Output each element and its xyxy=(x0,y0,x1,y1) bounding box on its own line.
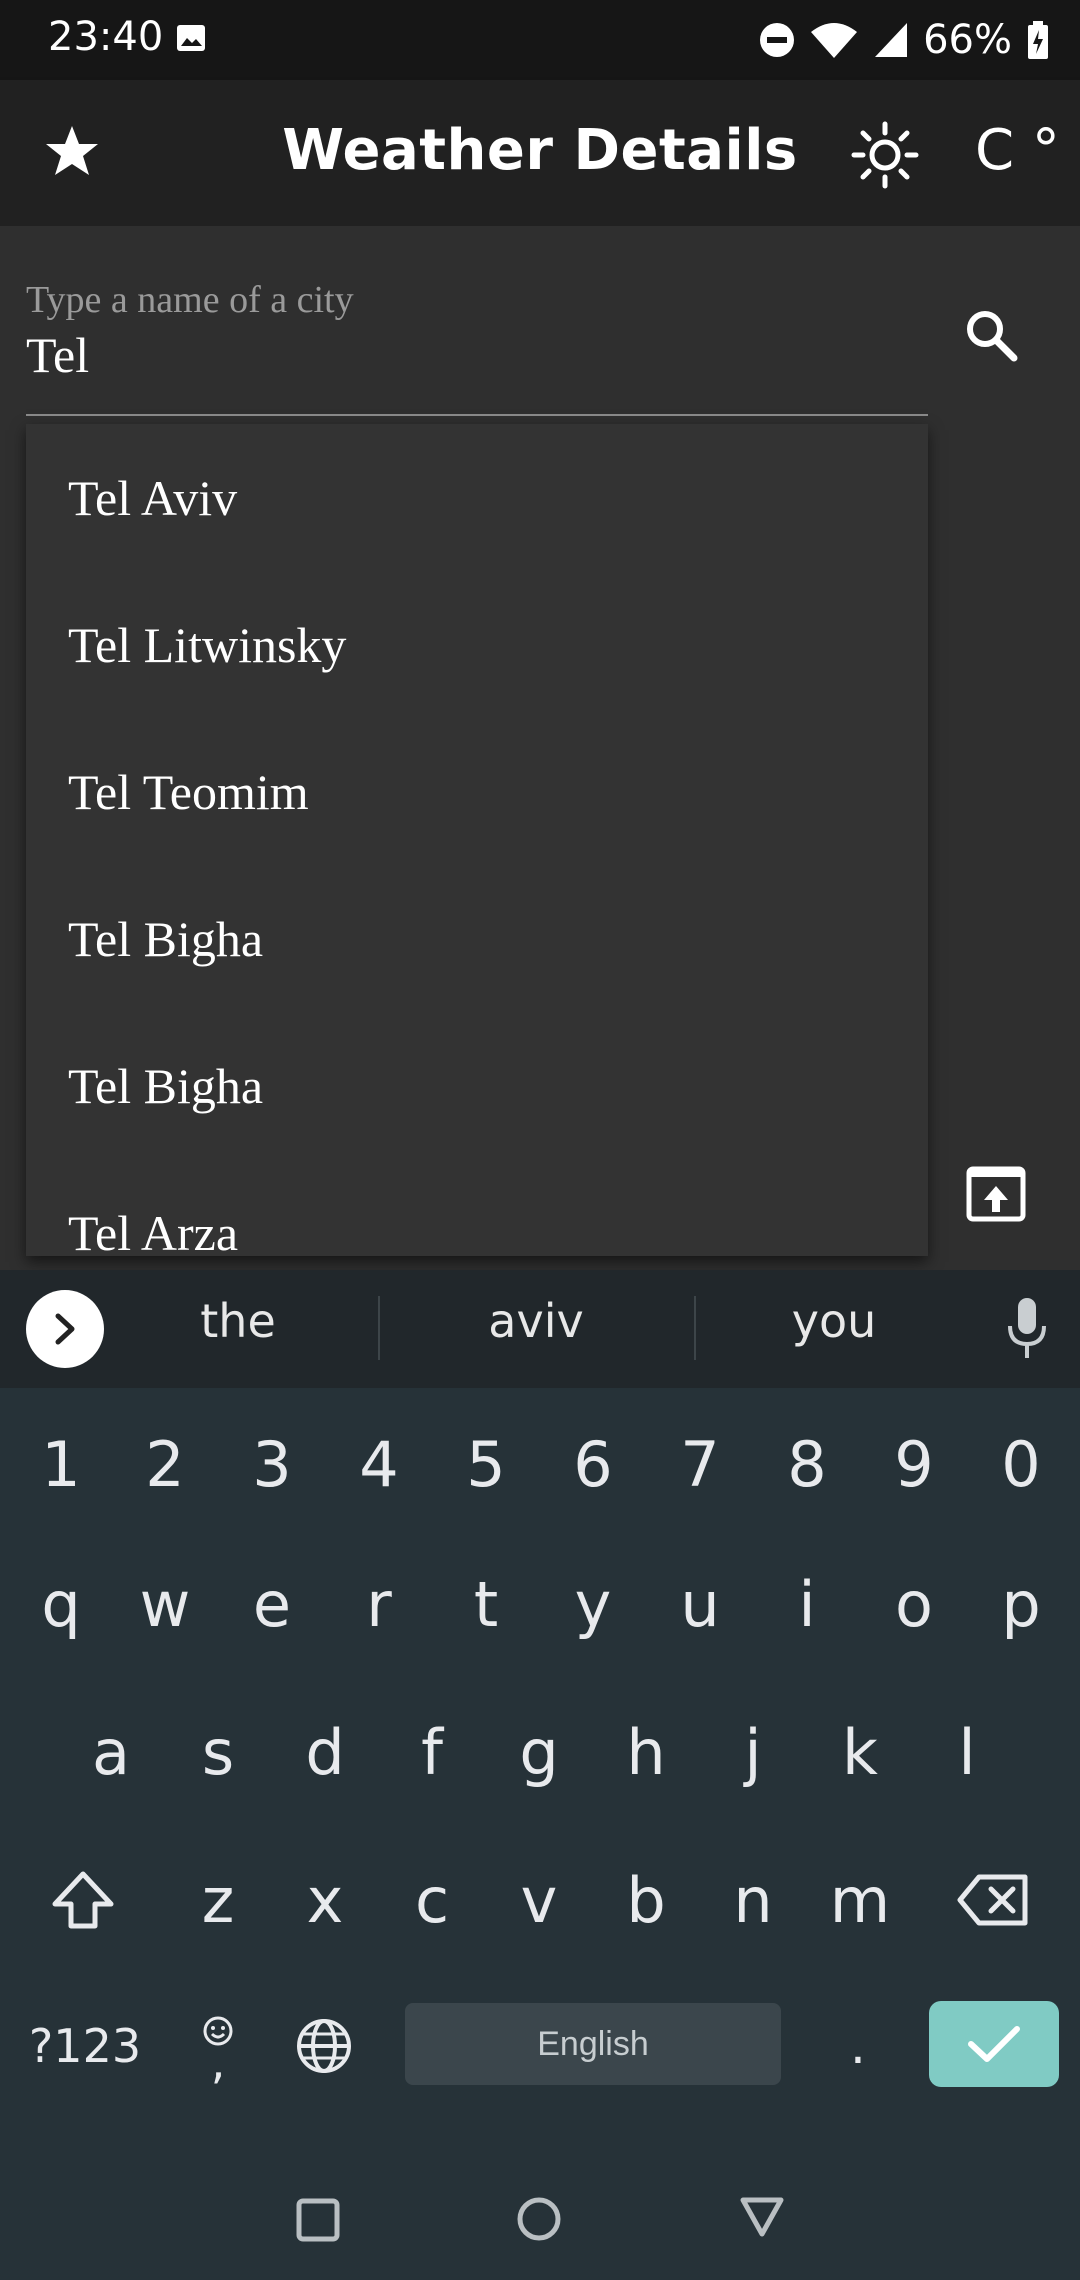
suggestion-item[interactable]: Tel Aviv xyxy=(26,424,928,571)
suggestion-item[interactable]: Tel Teomim xyxy=(26,718,928,865)
letter-row-1: q w e r t y u i o p xyxy=(0,1534,1080,1674)
key[interactable]: 1 xyxy=(8,1394,114,1534)
key[interactable]: f xyxy=(379,1682,485,1822)
status-time: 23:40 xyxy=(48,14,164,60)
key[interactable]: i xyxy=(754,1534,860,1674)
word-suggestion[interactable]: the xyxy=(138,1294,338,1348)
shift-key[interactable] xyxy=(30,1830,136,1970)
search-area: Type a name of a city Tel Tel Aviv Tel L… xyxy=(0,226,1080,1270)
key[interactable]: j xyxy=(700,1682,806,1822)
key[interactable]: 0 xyxy=(968,1394,1074,1534)
key[interactable]: 6 xyxy=(540,1394,646,1534)
word-suggestion[interactable]: you xyxy=(734,1294,934,1348)
key[interactable]: 8 xyxy=(754,1394,860,1534)
key[interactable]: h xyxy=(593,1682,699,1822)
keyboard-suggestion-strip: the aviv you xyxy=(0,1270,1080,1388)
symbols-key[interactable]: ?123 xyxy=(20,1976,150,2116)
suggestion-divider xyxy=(378,1296,380,1360)
back-icon[interactable] xyxy=(740,2194,784,2238)
enter-key[interactable] xyxy=(929,2001,1059,2087)
suggestion-divider xyxy=(694,1296,696,1360)
globe-icon xyxy=(297,2019,351,2073)
backspace-key[interactable] xyxy=(940,1830,1046,1970)
key[interactable]: 9 xyxy=(861,1394,967,1534)
comma-label: , xyxy=(210,2035,226,2089)
brightness-icon[interactable] xyxy=(850,120,920,190)
number-row: 1 2 3 4 5 6 7 8 9 0 xyxy=(0,1394,1080,1534)
letter-row-2: a s d f g h j k l xyxy=(0,1682,1080,1822)
key[interactable]: t xyxy=(433,1534,539,1674)
key[interactable]: q xyxy=(8,1534,114,1674)
key[interactable]: 2 xyxy=(112,1394,218,1534)
key[interactable]: b xyxy=(593,1830,699,1970)
key[interactable]: d xyxy=(272,1682,378,1822)
key[interactable]: x xyxy=(272,1830,378,1970)
letter-row-3: z x c v b n m xyxy=(0,1830,1080,1970)
status-bar: 23:40 66% xyxy=(0,0,1080,80)
key[interactable]: w xyxy=(112,1534,218,1674)
key[interactable]: c xyxy=(379,1830,485,1970)
space-key[interactable]: English xyxy=(405,2003,781,2085)
check-icon xyxy=(968,2026,1020,2062)
key[interactable]: r xyxy=(326,1534,432,1674)
key[interactable]: n xyxy=(700,1830,806,1970)
unit-toggle-button[interactable]: C ° xyxy=(975,118,1060,183)
search-icon[interactable] xyxy=(960,304,1024,368)
key[interactable]: a xyxy=(58,1682,164,1822)
recents-icon[interactable] xyxy=(296,2198,340,2242)
key[interactable]: 4 xyxy=(326,1394,432,1534)
shift-icon xyxy=(52,1871,114,1929)
key[interactable]: y xyxy=(540,1534,646,1674)
dnd-icon xyxy=(760,23,795,57)
period-key[interactable]: . xyxy=(808,1976,908,2116)
key[interactable]: v xyxy=(486,1830,592,1970)
backspace-icon xyxy=(957,1874,1028,1926)
key[interactable]: m xyxy=(807,1830,913,1970)
search-input[interactable]: Tel xyxy=(26,326,89,384)
home-icon[interactable] xyxy=(516,2196,562,2242)
key[interactable]: l xyxy=(914,1682,1020,1822)
suggestion-item[interactable]: Tel Litwinsky xyxy=(26,571,928,718)
signal-icon xyxy=(875,23,908,57)
app-bar: Weather Details C ° xyxy=(0,80,1080,226)
emoji-comma-key[interactable]: , xyxy=(168,1976,268,2116)
city-suggestions-dropdown: Tel Aviv Tel Litwinsky Tel Teomim Tel Bi… xyxy=(26,424,928,1256)
status-icons: 66% xyxy=(759,14,1050,66)
key[interactable]: o xyxy=(861,1534,967,1674)
key[interactable]: z xyxy=(165,1830,271,1970)
navigation-bar xyxy=(0,2130,1080,2280)
key[interactable]: u xyxy=(647,1534,753,1674)
suggestion-item[interactable]: Tel Bigha xyxy=(26,865,928,1012)
battery-icon xyxy=(1028,21,1048,59)
search-underline xyxy=(26,414,928,416)
suggestion-item[interactable]: Tel Bigha xyxy=(26,1012,928,1159)
key[interactable]: e xyxy=(219,1534,325,1674)
language-key[interactable] xyxy=(274,1976,374,2116)
word-suggestion[interactable]: aviv xyxy=(436,1294,636,1348)
microphone-icon[interactable] xyxy=(1000,1296,1054,1362)
key[interactable]: 3 xyxy=(219,1394,325,1534)
key[interactable]: p xyxy=(968,1534,1074,1674)
key[interactable]: s xyxy=(165,1682,271,1822)
wifi-icon xyxy=(811,23,858,58)
search-placeholder-label: Type a name of a city xyxy=(26,279,354,321)
key[interactable]: 7 xyxy=(647,1394,753,1534)
battery-percent: 66% xyxy=(923,17,1012,63)
suggestion-item[interactable]: Tel Arza xyxy=(26,1159,928,1257)
key[interactable]: g xyxy=(486,1682,592,1822)
chevron-right-icon xyxy=(55,1313,75,1345)
open-in-icon[interactable] xyxy=(966,1166,1026,1222)
soft-keyboard: the aviv you 1 2 3 4 5 6 7 8 9 0 q w e r… xyxy=(0,1270,1080,2280)
image-icon xyxy=(177,25,205,51)
key[interactable]: k xyxy=(807,1682,913,1822)
expand-toolbar-button[interactable] xyxy=(26,1290,104,1368)
key[interactable]: 5 xyxy=(433,1394,539,1534)
